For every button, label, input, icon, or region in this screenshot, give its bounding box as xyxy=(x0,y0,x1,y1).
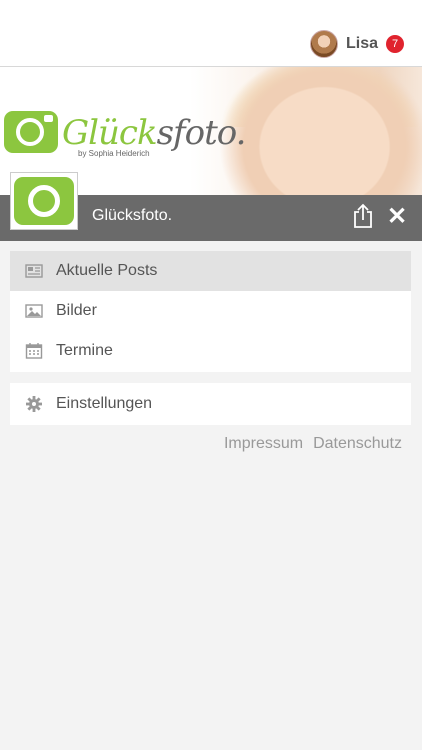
notification-badge[interactable]: 7 xyxy=(386,35,404,53)
settings-menu: Einstellungen xyxy=(10,383,411,425)
brand-wordmark: Glücksfoto. xyxy=(62,113,247,153)
menu-item-label: Termine xyxy=(56,342,113,359)
page-title: Glücksfoto. xyxy=(92,207,173,224)
brand-wordmark-part2: sfoto. xyxy=(156,113,247,153)
brand-wordmark-part1: Glück xyxy=(62,113,158,153)
top-bar: Lisa 7 xyxy=(0,0,422,67)
calendar-icon xyxy=(25,343,43,359)
avatar[interactable] xyxy=(309,30,338,58)
camera-logo-icon xyxy=(14,177,74,225)
datenschutz-link[interactable]: Datenschutz xyxy=(313,435,402,453)
brand-logo: Glücksfoto. xyxy=(4,111,247,153)
close-icon[interactable]: ✕ xyxy=(384,204,410,230)
menu-item-label: Einstellungen xyxy=(56,395,153,412)
menu-item-bilder[interactable]: Bilder xyxy=(10,291,411,331)
newspaper-icon xyxy=(25,264,43,278)
menu-item-label: Bilder xyxy=(56,302,97,319)
menu-item-aktuelle-posts[interactable]: Aktuelle Posts xyxy=(10,251,411,291)
brand-byline: by Sophia Heiderich xyxy=(78,149,150,158)
user-name[interactable]: Lisa xyxy=(346,35,378,53)
user-profile[interactable]: Lisa 7 xyxy=(309,30,404,58)
footer-links: Impressum Datenschutz xyxy=(224,435,402,453)
menu-item-label: Aktuelle Posts xyxy=(56,262,158,279)
image-icon xyxy=(25,304,43,318)
impressum-link[interactable]: Impressum xyxy=(224,435,303,453)
app-icon xyxy=(10,172,78,230)
gear-icon xyxy=(26,396,42,412)
nav-menu: Aktuelle Posts Bilder Termine xyxy=(10,251,411,372)
camera-logo-icon xyxy=(4,111,58,153)
menu-item-einstellungen[interactable]: Einstellungen xyxy=(10,383,411,425)
share-icon[interactable] xyxy=(350,203,376,229)
menu-item-termine[interactable]: Termine xyxy=(10,331,411,371)
